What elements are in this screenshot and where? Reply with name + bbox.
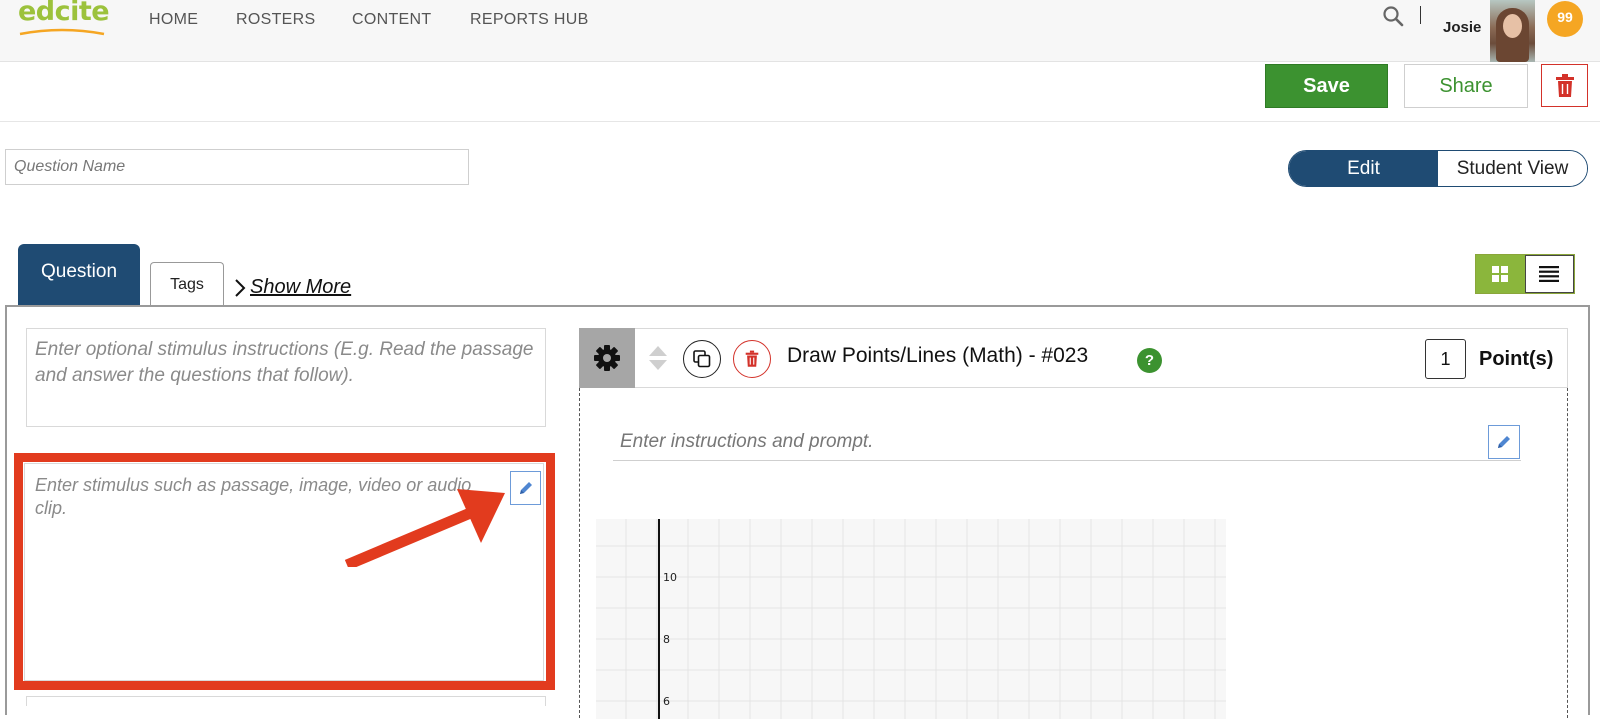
tab-tags[interactable]: Tags	[150, 262, 224, 306]
prompt-underline	[613, 460, 1521, 461]
list-view-button[interactable]	[1524, 255, 1574, 293]
layout-toggle	[1475, 254, 1575, 294]
grid-view-button[interactable]	[1476, 255, 1525, 293]
copy-icon	[693, 350, 711, 368]
delete-button[interactable]	[1541, 64, 1588, 107]
action-bar: Save Share	[0, 62, 1600, 122]
chevron-right-icon	[235, 278, 246, 297]
pencil-icon	[1498, 436, 1510, 448]
list-icon	[1539, 266, 1560, 282]
nav-rosters[interactable]: ROSTERS	[236, 11, 315, 29]
logo-text: edcite	[18, 0, 110, 27]
grid-icon	[1492, 266, 1509, 282]
stimulus-instructions-field[interactable]: Enter optional stimulus instructions (E.…	[26, 328, 546, 427]
notification-badge[interactable]: 99	[1547, 1, 1583, 37]
coordinate-graph[interactable]: 10 8 6	[596, 519, 1226, 719]
edcite-logo[interactable]: edcite	[18, 0, 110, 38]
y-axis-label-6: 6	[663, 695, 670, 708]
show-more-link[interactable]: Show More	[234, 276, 351, 299]
avatar[interactable]	[1490, 0, 1535, 62]
trash-icon	[745, 350, 759, 367]
trash-icon	[1555, 73, 1574, 97]
graph-canvas[interactable]	[596, 519, 1226, 719]
show-more-label: Show More	[250, 276, 352, 298]
red-arrow-icon	[345, 489, 505, 567]
save-button[interactable]: Save	[1265, 64, 1388, 108]
logo-swoosh-icon	[19, 28, 105, 36]
share-button[interactable]: Share	[1404, 64, 1528, 108]
nav-home[interactable]: HOME	[149, 11, 198, 29]
prompt-input-placeholder[interactable]: Enter instructions and prompt.	[620, 431, 873, 453]
help-button[interactable]: ?	[1137, 348, 1162, 373]
question-title: Draw Points/Lines (Math) - #023	[787, 344, 1089, 367]
search-icon[interactable]	[1382, 5, 1404, 27]
pencil-icon	[519, 482, 532, 494]
points-input[interactable]	[1425, 339, 1466, 379]
y-axis-label-10: 10	[663, 571, 677, 584]
y-axis-label-8: 8	[663, 633, 670, 646]
question-name-input[interactable]	[5, 149, 469, 185]
delete-question-button[interactable]	[733, 340, 771, 378]
points-label: Point(s)	[1479, 348, 1554, 370]
edit-toggle-button[interactable]: Edit	[1289, 151, 1438, 186]
view-toggle: Edit Student View	[1288, 150, 1588, 187]
nav-divider	[1420, 6, 1421, 24]
gear-icon	[594, 345, 620, 371]
user-name[interactable]: Josie	[1443, 19, 1481, 36]
nav-content[interactable]: CONTENT	[352, 11, 431, 29]
avatar-face	[1503, 14, 1522, 38]
student-view-toggle-button[interactable]: Student View	[1438, 151, 1587, 186]
duplicate-button[interactable]	[683, 340, 721, 378]
tab-question[interactable]: Question	[18, 244, 140, 306]
nav-reports-hub[interactable]: REPORTS HUB	[470, 11, 589, 29]
reorder-arrows-icon[interactable]	[648, 344, 668, 372]
settings-button[interactable]	[579, 328, 635, 388]
prompt-edit-button[interactable]	[1488, 425, 1520, 459]
top-navigation: edcite HOME ROSTERS CONTENT REPORTS HUB …	[0, 0, 1600, 62]
